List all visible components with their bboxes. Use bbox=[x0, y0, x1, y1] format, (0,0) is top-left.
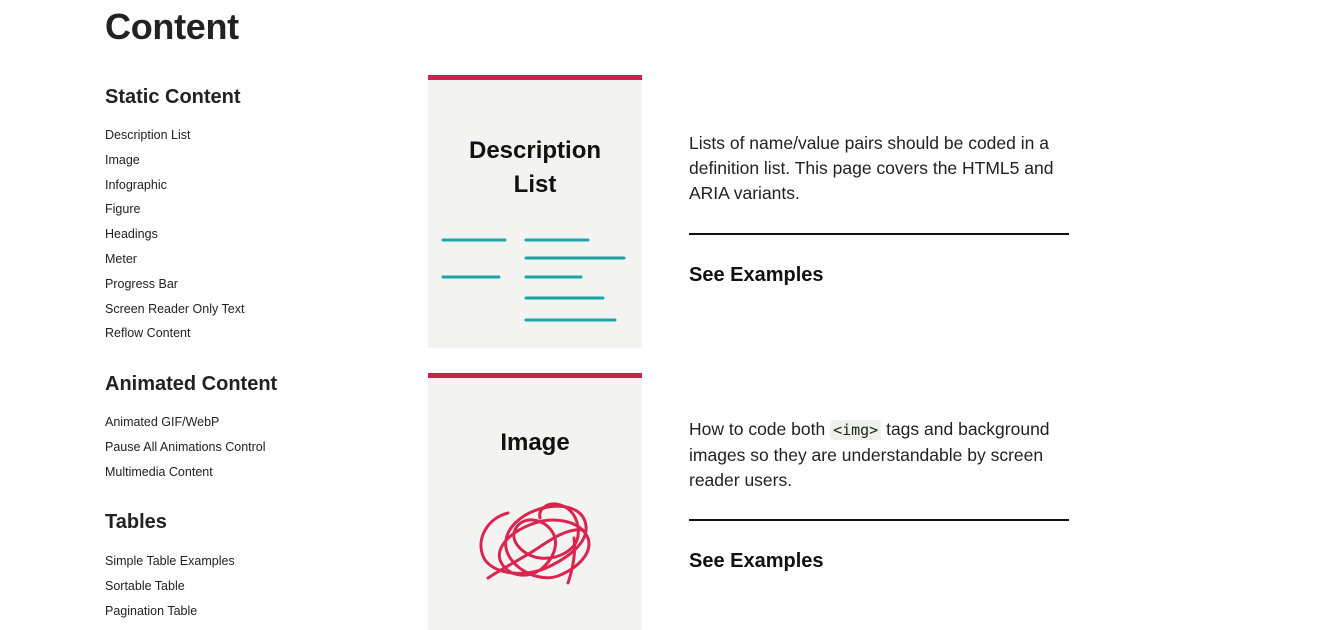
img-code-snippet: <img> bbox=[830, 420, 882, 440]
nav-item: Figure bbox=[105, 197, 244, 222]
nav-link-figure[interactable]: Figure bbox=[105, 202, 140, 216]
nav-link-progress-bar[interactable]: Progress Bar bbox=[105, 277, 178, 291]
nav-link-headings[interactable]: Headings bbox=[105, 227, 158, 241]
nav-item: Simple Table Examples bbox=[105, 549, 235, 574]
nav-item: Image bbox=[105, 148, 244, 173]
nav-link-reflow-content[interactable]: Reflow Content bbox=[105, 326, 190, 340]
card-image[interactable]: Image bbox=[428, 373, 642, 630]
nav-item: Sortable Table bbox=[105, 574, 235, 599]
nav-link-screen-reader-only-text[interactable]: Screen Reader Only Text bbox=[105, 302, 244, 316]
section-heading-tables: Tables bbox=[105, 511, 167, 533]
see-examples-link[interactable]: See Examples bbox=[689, 264, 824, 287]
nav-item: Headings bbox=[105, 222, 244, 247]
nav-item: Progress Bar bbox=[105, 272, 244, 297]
card-description-list[interactable]: Description List bbox=[428, 75, 642, 348]
tables-list: Simple Table Examples Sortable Table Pag… bbox=[105, 549, 235, 623]
nav-item: Pagination Table bbox=[105, 599, 235, 624]
nav-link-pause-all-animations-control[interactable]: Pause All Animations Control bbox=[105, 440, 266, 454]
nav-item: Animated GIF/WebP bbox=[105, 410, 266, 435]
divider bbox=[689, 233, 1069, 235]
nav-item: Infographic bbox=[105, 173, 244, 198]
nav-link-pagination-table[interactable]: Pagination Table bbox=[105, 604, 197, 618]
animated-content-list: Animated GIF/WebP Pause All Animations C… bbox=[105, 410, 266, 484]
description-list-icon bbox=[441, 238, 626, 322]
section-heading-static-content: Static Content bbox=[105, 86, 241, 108]
nav-link-animated-gif-webp[interactable]: Animated GIF/WebP bbox=[105, 415, 219, 429]
card-description: How to code both <img> tags and backgrou… bbox=[689, 417, 1074, 493]
nav-link-simple-table-examples[interactable]: Simple Table Examples bbox=[105, 554, 235, 568]
section-heading-animated-content: Animated Content bbox=[105, 373, 278, 395]
description-text: How to code both bbox=[689, 419, 831, 439]
see-examples-link[interactable]: See Examples bbox=[689, 550, 824, 573]
page-title: Content bbox=[105, 6, 239, 47]
nav-link-meter[interactable]: Meter bbox=[105, 252, 137, 266]
static-content-list: Description List Image Infographic Figur… bbox=[105, 123, 244, 346]
divider bbox=[689, 519, 1069, 521]
card-description: Lists of name/value pairs should be code… bbox=[689, 133, 1054, 203]
nav-link-image[interactable]: Image bbox=[105, 153, 140, 167]
nav-link-sortable-table[interactable]: Sortable Table bbox=[105, 579, 185, 593]
nav-item: Screen Reader Only Text bbox=[105, 297, 244, 322]
scribble-image-icon bbox=[479, 502, 591, 585]
nav-item: Description List bbox=[105, 123, 244, 148]
nav-item: Meter bbox=[105, 247, 244, 272]
nav-item: Multimedia Content bbox=[105, 460, 266, 485]
nav-link-infographic[interactable]: Infographic bbox=[105, 178, 167, 192]
nav-item: Pause All Animations Control bbox=[105, 435, 266, 460]
nav-link-multimedia-content[interactable]: Multimedia Content bbox=[105, 465, 213, 479]
nav-link-description-list[interactable]: Description List bbox=[105, 128, 190, 142]
nav-item: Reflow Content bbox=[105, 321, 244, 346]
